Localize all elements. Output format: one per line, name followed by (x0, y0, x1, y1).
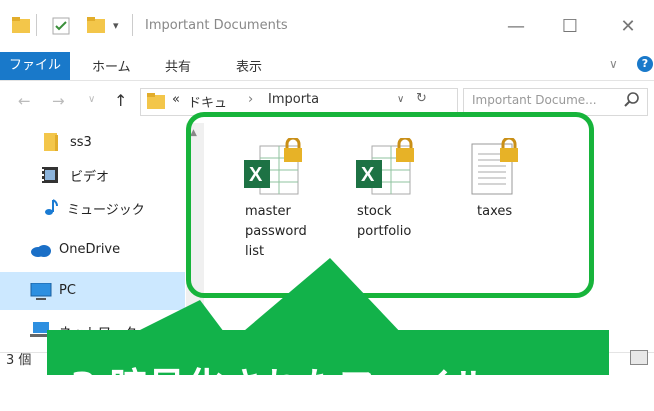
callout-text: 3 暗号化されたファイル (70, 365, 490, 409)
callout-pointer (120, 258, 404, 340)
